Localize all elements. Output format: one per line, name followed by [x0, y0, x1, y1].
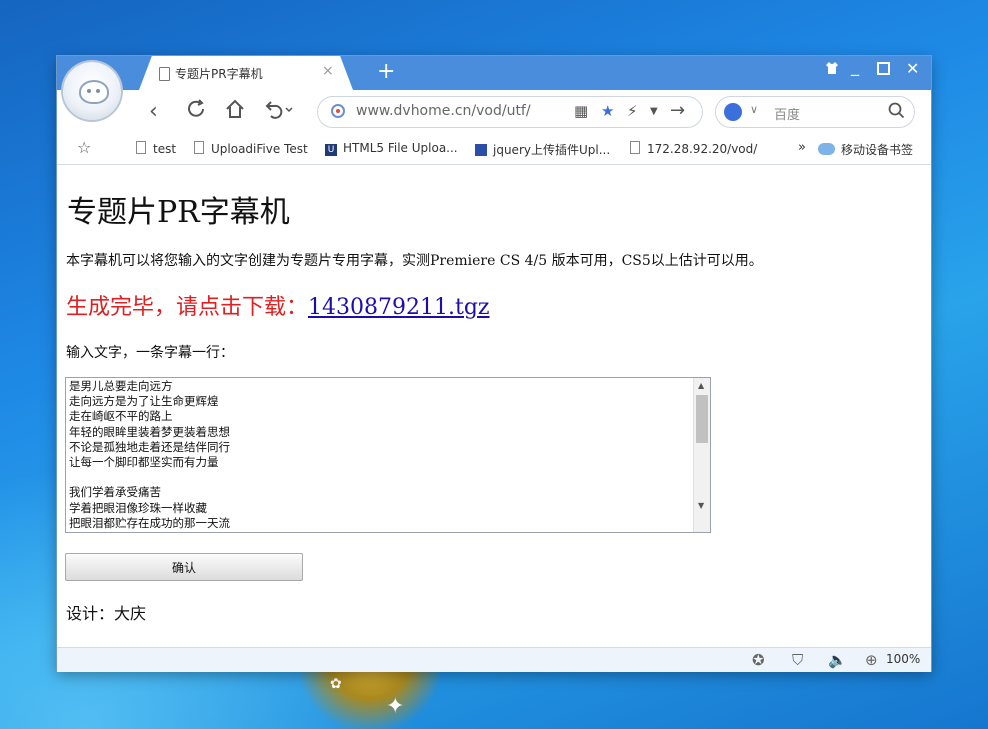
- cloud-icon: [818, 143, 835, 155]
- input-label: 输入文字，一条字幕一行：: [66, 345, 234, 361]
- search-icon[interactable]: [888, 102, 905, 123]
- home-icon[interactable]: [224, 98, 246, 126]
- bookmarks-bar: ☆ test UploadiFive Test U HTML5 File Uplo…: [57, 134, 931, 165]
- logo-face-icon: [79, 80, 109, 104]
- zoom-icon[interactable]: ⊕: [865, 651, 878, 669]
- mobile-bookmarks[interactable]: 移动设备书签: [818, 141, 913, 158]
- scroll-thumb[interactable]: [696, 395, 708, 443]
- bookmark-item[interactable]: jquery上传插件Upl...: [475, 141, 610, 158]
- browser-window: 专题片PR字幕机 × + _ ✕ ‹ www.dvhome.cn/vod/utf…: [57, 56, 931, 672]
- scroll-up-arrow-icon[interactable]: ▲: [698, 381, 704, 390]
- bookmark-item[interactable]: 172.28.92.20/vod/: [630, 141, 757, 156]
- url-text[interactable]: www.dvhome.cn/vod/utf/: [356, 103, 531, 119]
- page-description: 本字幕机可以将您输入的文字创建为专题片专用字幕，实测Premiere CS 4/…: [66, 253, 763, 269]
- skin-icon[interactable]: [825, 60, 839, 79]
- address-bar[interactable]: www.dvhome.cn/vod/utf/ ▦ ★ ⚡ ▼ →: [317, 96, 703, 128]
- new-tab-button[interactable]: +: [377, 59, 395, 84]
- search-input[interactable]: 百度: [774, 104, 800, 123]
- chevron-down-icon[interactable]: ▼: [650, 106, 658, 117]
- chevron-down-icon[interactable]: ∨: [750, 103, 758, 116]
- browser-logo: [63, 62, 121, 120]
- shield-icon[interactable]: ⛉: [792, 651, 803, 669]
- qr-code-icon[interactable]: ▦: [574, 102, 588, 120]
- tab-close-icon[interactable]: ×: [322, 63, 334, 79]
- star-icon[interactable]: ★: [601, 102, 614, 120]
- back-icon[interactable]: ‹: [149, 99, 158, 124]
- site-security-icon: [330, 103, 346, 123]
- maximize-icon[interactable]: [877, 60, 890, 79]
- download-link[interactable]: 1430879211.tgz: [308, 295, 489, 320]
- bookmark-item[interactable]: test: [136, 141, 176, 156]
- bookmark-item[interactable]: U HTML5 File Uploa...: [325, 141, 458, 156]
- subtitle-textarea[interactable]: 是男儿总要走向远方 走向远方是为了让生命更辉煌 走在崎岖不平的路上 年轻的眼眸里…: [65, 377, 711, 533]
- favorites-icon[interactable]: ✪: [752, 651, 765, 669]
- page-content: 专题片PR字幕机 本字幕机可以将您输入的文字创建为专题片专用字幕，实测Premi…: [57, 165, 931, 647]
- minimize-icon[interactable]: _: [851, 57, 859, 76]
- tab-title[interactable]: 专题片PR字幕机: [175, 65, 263, 82]
- page-title: 专题片PR字幕机: [67, 195, 290, 230]
- status-bar: ✪ ⛉ 🔈 ⊕ 100%: [57, 647, 931, 672]
- textarea-scrollbar[interactable]: ▲ ▼: [693, 378, 710, 532]
- close-window-icon[interactable]: ✕: [906, 59, 919, 78]
- lightning-icon[interactable]: ⚡: [627, 102, 638, 120]
- title-bar: 专题片PR字幕机 × + _ ✕: [57, 56, 931, 90]
- navigation-bar: ‹ www.dvhome.cn/vod/utf/ ▦ ★ ⚡ ▼ → ∨ 百度: [57, 90, 931, 134]
- page-icon: [159, 67, 170, 81]
- forward-icon[interactable]: →: [670, 100, 685, 121]
- add-bookmark-star-icon[interactable]: ☆: [77, 138, 91, 157]
- refresh-icon[interactable]: [185, 98, 207, 126]
- undo-icon[interactable]: [263, 98, 293, 126]
- bookmark-item[interactable]: UploadiFive Test: [194, 141, 308, 156]
- scroll-down-arrow-icon[interactable]: ▼: [698, 501, 704, 510]
- volume-icon[interactable]: 🔈: [828, 651, 847, 669]
- wallpaper-flower-icon: ✿: [330, 676, 342, 692]
- success-message: 生成完毕，请点击下载：1430879211.tgz: [66, 289, 490, 321]
- subtitle-text[interactable]: 是男儿总要走向远方 走向远方是为了让生命更辉煌 走在崎岖不平的路上 年轻的眼眸里…: [69, 379, 691, 529]
- page-footer: 设计：大庆: [66, 604, 147, 623]
- success-prefix: 生成完毕，请点击下载：: [66, 295, 309, 320]
- bookmarks-more-button[interactable]: »: [798, 140, 806, 155]
- wallpaper-flower-icon: ✦: [386, 694, 405, 719]
- confirm-button[interactable]: 确认: [65, 553, 303, 581]
- search-box[interactable]: ∨ 百度: [715, 96, 915, 128]
- zoom-level[interactable]: 100%: [886, 652, 920, 666]
- baidu-engine-icon[interactable]: [724, 103, 742, 121]
